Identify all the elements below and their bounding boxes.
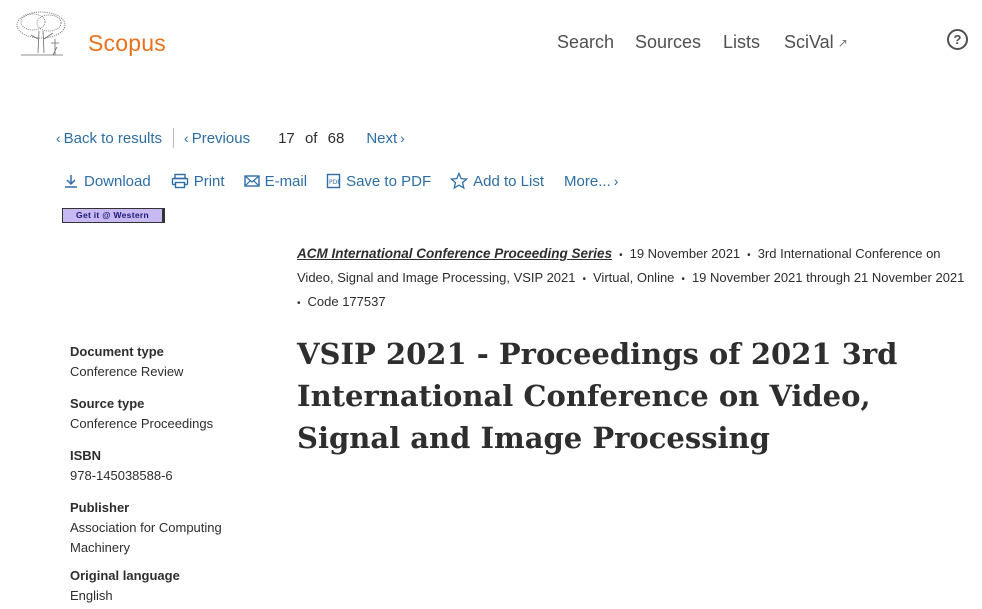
back-to-results-label: Back to results: [63, 129, 163, 147]
more-button[interactable]: More... ›: [564, 173, 618, 190]
document-type-block: Document type Conference Review: [70, 342, 270, 382]
external-arrow-icon: ↗: [837, 36, 848, 51]
nav-search[interactable]: Search: [557, 32, 614, 53]
email-icon: [243, 175, 260, 187]
download-label: Download: [84, 172, 151, 190]
svg-text:PDF: PDF: [329, 179, 341, 186]
star-icon: [450, 172, 469, 190]
nav-scival-label: SciVal: [784, 32, 834, 52]
previous-link[interactable]: ‹ Previous: [184, 130, 250, 147]
header: Scopus Search Sources Lists SciVal ↗ ?: [0, 0, 982, 80]
separator-dot: •: [619, 250, 623, 261]
language-block: Original language English: [70, 566, 270, 606]
isbn-block: ISBN 978-145038588-6: [70, 446, 270, 486]
conference-location: Virtual, Online: [593, 270, 675, 285]
source-type-value: Conference Proceedings: [70, 416, 214, 431]
scopus-brand[interactable]: Scopus: [88, 30, 166, 57]
document-title: VSIP 2021 - Proceedings of 2021 3rd Inte…: [297, 337, 898, 455]
download-icon: [65, 175, 77, 188]
help-icon[interactable]: ?: [947, 29, 968, 50]
language-label: Original language: [70, 568, 180, 583]
save-to-pdf-label: Save to PDF: [346, 172, 432, 190]
nav-scival[interactable]: SciVal ↗: [784, 32, 848, 53]
isbn-label: ISBN: [70, 448, 102, 463]
separator-dot: •: [747, 250, 751, 261]
print-label: Print: [193, 172, 225, 190]
document-actions: Download Print E-mail PDF Save to PDF Ad…: [63, 170, 618, 192]
conference-dates: 19 November 2021 through 21 November 202…: [691, 270, 965, 285]
add-to-list-label: Add to List: [473, 172, 545, 190]
publisher-label: Publisher: [70, 500, 130, 515]
separator-dot: •: [297, 298, 301, 309]
nav-lists[interactable]: Lists: [723, 32, 760, 53]
source-info: ACM International Conference Proceeding …: [297, 243, 967, 315]
document-type-label: Document type: [70, 344, 164, 359]
more-label: More...: [564, 172, 611, 190]
document-type-value: Conference Review: [70, 364, 184, 379]
chevron-left-icon: ‹: [56, 130, 61, 146]
separator-dot: •: [582, 274, 586, 285]
next-link[interactable]: Next ›: [366, 130, 405, 147]
download-button[interactable]: Download: [63, 173, 151, 190]
language-value: English: [70, 588, 113, 603]
conference-code: Code 177537: [307, 294, 386, 309]
source-type-label: Source type: [70, 396, 145, 411]
previous-label: Previous: [191, 129, 251, 147]
result-counter: 17 of 68: [278, 130, 350, 147]
publication-date: 19 November 2021: [629, 246, 741, 261]
nav-sources[interactable]: Sources: [635, 32, 701, 53]
of-label: of: [304, 129, 318, 147]
current-index: 17: [278, 129, 295, 147]
divider: [173, 128, 175, 148]
results-navigation: ‹ Back to results ‹ Previous 17 of 68 Next…: [56, 127, 405, 149]
save-to-pdf-button[interactable]: PDF Save to PDF: [326, 173, 431, 190]
get-it-western-button[interactable]: Get it @ Western: [62, 208, 165, 223]
publisher-value-line1: Association for Computing: [70, 520, 222, 535]
total-count: 68: [327, 129, 345, 147]
email-label: E-mail: [264, 172, 308, 190]
isbn-value: 978-145038588-6: [70, 468, 173, 483]
print-icon: [171, 173, 188, 189]
publisher-block: Publisher Association for Computing Mach…: [70, 498, 270, 558]
chevron-right-icon: ›: [613, 173, 619, 189]
pdf-icon: PDF: [326, 173, 341, 189]
chevron-left-icon: ‹: [184, 130, 189, 146]
chevron-right-icon: ›: [400, 130, 405, 146]
back-to-results-link[interactable]: ‹ Back to results: [56, 130, 162, 147]
publisher-value-line2: Machinery: [70, 540, 130, 555]
elsevier-tree-logo[interactable]: [13, 9, 69, 59]
source-type-block: Source type Conference Proceedings: [70, 394, 270, 434]
email-button[interactable]: E-mail: [243, 172, 308, 190]
print-button[interactable]: Print: [171, 173, 225, 190]
add-to-list-button[interactable]: Add to List: [450, 172, 544, 190]
series-link[interactable]: ACM International Conference Proceeding …: [297, 246, 612, 261]
next-label: Next: [366, 129, 398, 147]
separator-dot: •: [681, 274, 685, 285]
